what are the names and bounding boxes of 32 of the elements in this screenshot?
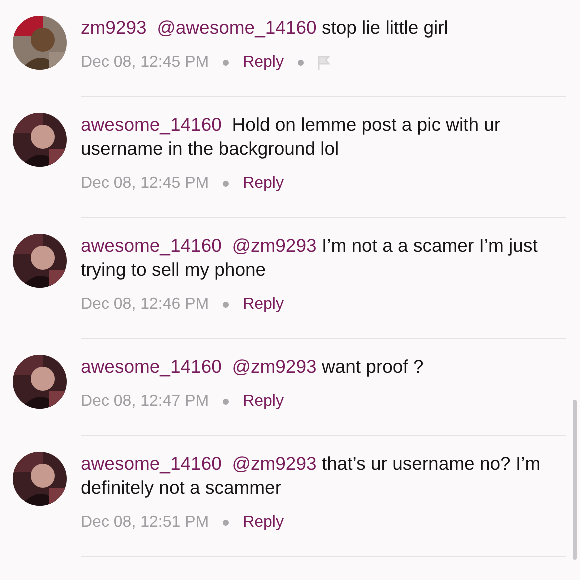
flag-icon[interactable] <box>318 56 330 70</box>
separator-dot <box>298 60 304 66</box>
separator-dot <box>223 181 230 187</box>
username-link[interactable]: awesome_14160 <box>81 356 222 377</box>
reply-link[interactable]: Reply <box>243 54 284 72</box>
mention-link[interactable]: @awesome_14160 <box>157 17 317 38</box>
separator-dot <box>223 302 230 308</box>
comment-time: Dec 08, 12:45 PM <box>81 54 210 72</box>
reply-link[interactable]: Reply <box>243 393 284 411</box>
mention-link[interactable]: @zm9293 <box>232 453 317 474</box>
reply-link[interactable]: Reply <box>243 514 284 532</box>
comment-text: zm9293 @awesome_14160 stop lie little girl <box>81 16 450 40</box>
comment-time: Dec 08, 12:47 PM <box>81 393 210 411</box>
comment-text: awesome_14160 Hold on lemme post a pic with ur username in the background lol <box>81 113 502 161</box>
comment-text: awesome_14160 @zm9293 that’s ur username no? I’m definitely not a scammer <box>81 452 542 500</box>
username-link[interactable]: awesome_14160 <box>81 235 222 256</box>
username-link[interactable]: awesome_14160 <box>81 114 222 135</box>
username-link[interactable]: awesome_14160 <box>81 453 222 474</box>
mention-link[interactable]: @zm9293 <box>232 235 317 256</box>
reply-link[interactable]: Reply <box>243 175 284 193</box>
separator-dot <box>223 399 230 405</box>
separator-dot <box>223 520 230 526</box>
comment-text: awesome_14160 @zm9293 want proof ? <box>81 355 425 379</box>
comment-time: Dec 08, 12:51 PM <box>81 514 210 532</box>
comment-time: Dec 08, 12:45 PM <box>81 175 210 193</box>
mention-link[interactable]: @zm9293 <box>232 356 317 377</box>
comment-time: Dec 08, 12:46 PM <box>81 296 210 314</box>
scrollbar[interactable] <box>573 400 577 560</box>
comment-text: awesome_14160 @zm9293 I’m not a a scamer I’m just trying to sell my phone <box>81 234 539 282</box>
reply-link[interactable]: Reply <box>243 296 284 314</box>
username-link[interactable]: zm9293 <box>81 17 147 38</box>
separator-dot <box>223 60 230 66</box>
